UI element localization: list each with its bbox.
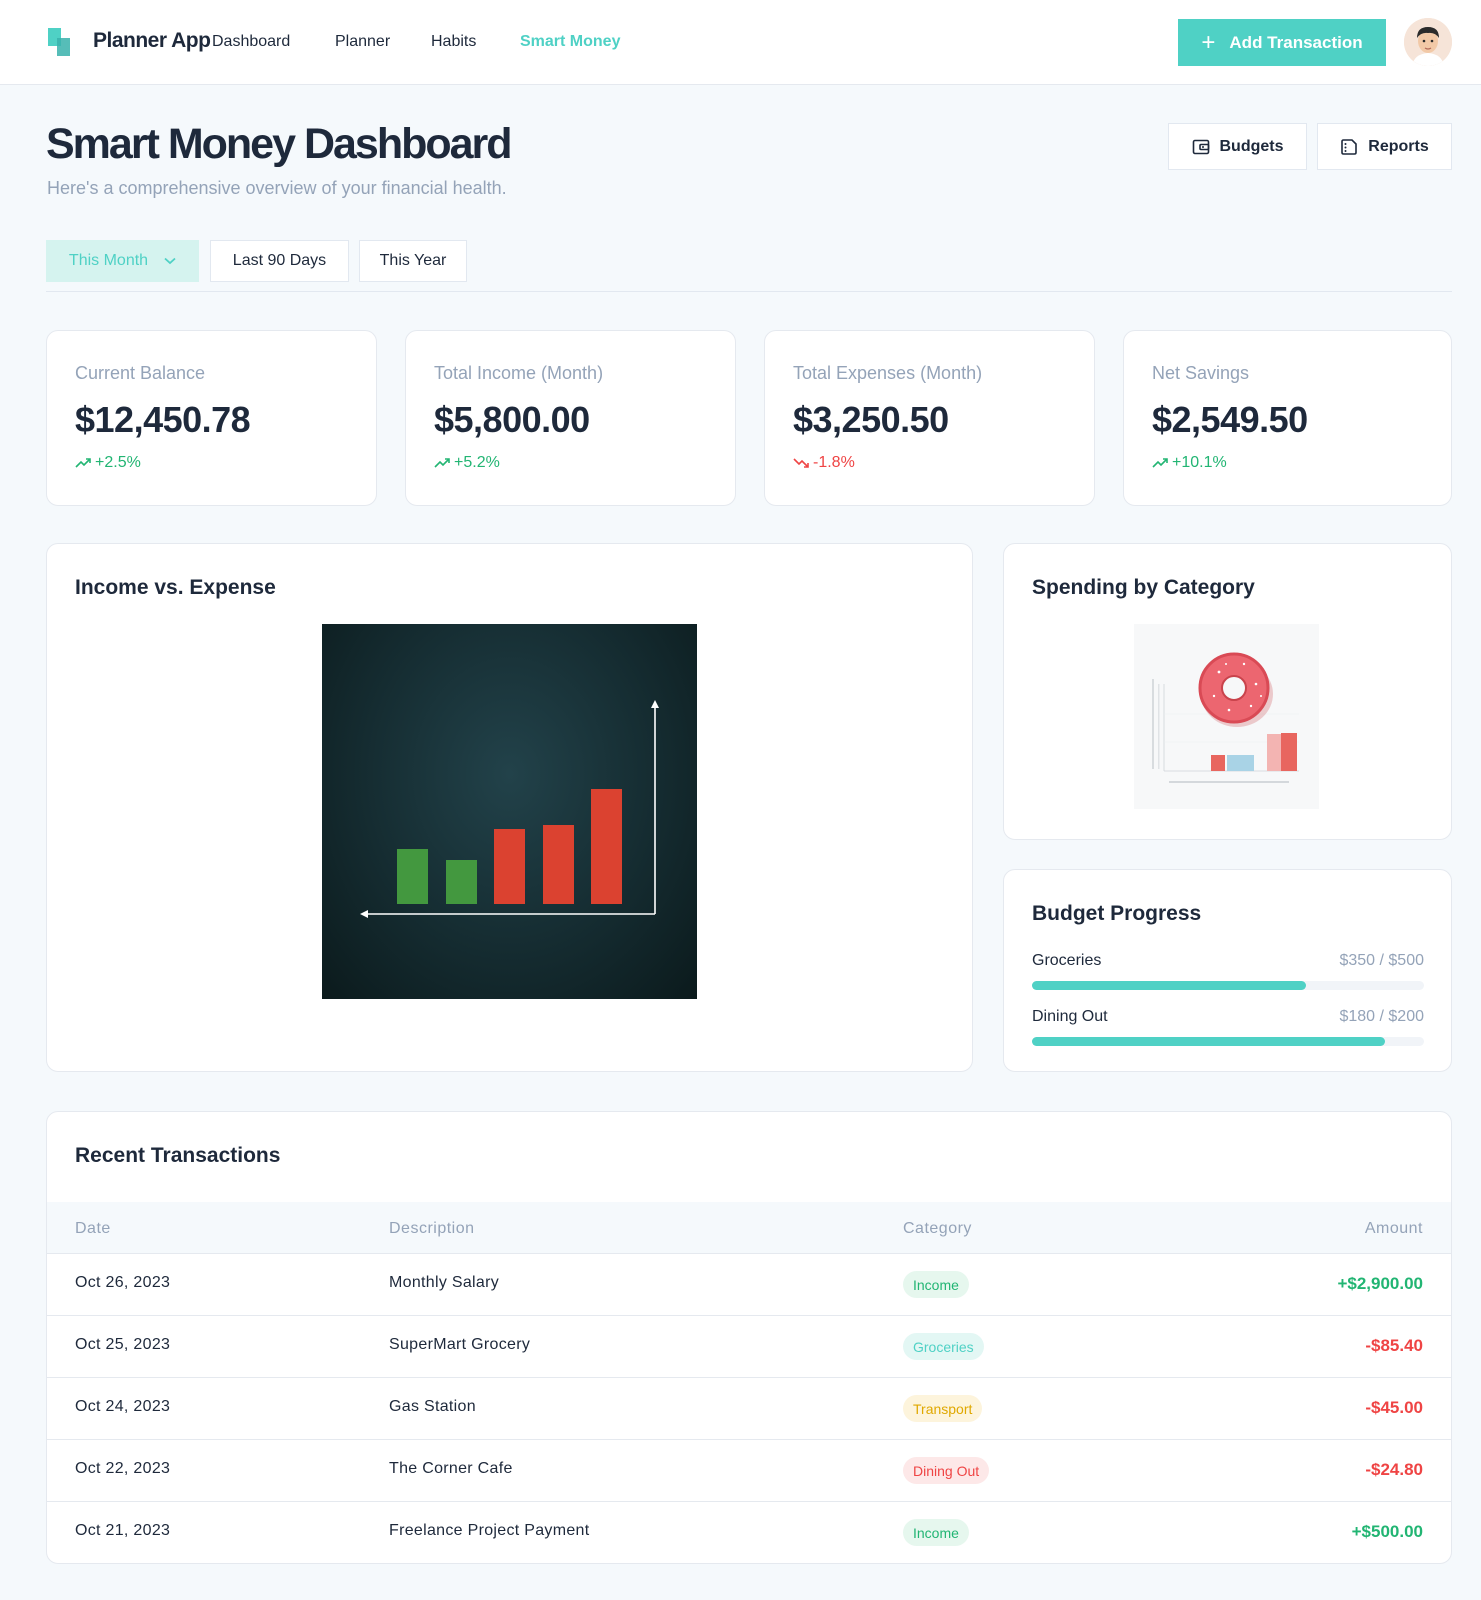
- spending-category-image: [1134, 624, 1319, 809]
- page-title: Smart Money Dashboard: [46, 120, 513, 168]
- stat-label: Total Income (Month): [434, 363, 604, 383]
- spending-by-category-card: Spending by Category: [1003, 543, 1452, 840]
- budgets-button[interactable]: Budgets: [1168, 123, 1307, 170]
- budget-name: Dining Out: [1032, 1008, 1108, 1025]
- category-badge: Income: [903, 1519, 969, 1546]
- table-row[interactable]: Oct 26, 2023 Monthly Salary Income +$2,900.…: [47, 1254, 1451, 1316]
- nav-dashboard[interactable]: Dashboard: [212, 33, 290, 51]
- stat-change-value: +2.5%: [95, 454, 141, 471]
- row-date: Oct 21, 2023: [75, 1522, 171, 1539]
- category-badge: Transport: [903, 1395, 983, 1422]
- trending-up-icon: [75, 458, 91, 468]
- budget-amount: $180 / $200: [1339, 1008, 1424, 1025]
- stat-change-value: -1.8%: [813, 454, 855, 471]
- row-description: Monthly Salary: [389, 1274, 500, 1291]
- stat-label: Total Expenses (Month): [793, 363, 983, 383]
- user-avatar[interactable]: [1404, 18, 1452, 66]
- income-expense-chart-image: [322, 624, 697, 999]
- stat-value: $2,549.50: [1152, 399, 1308, 440]
- budget-progress-card: Budget Progress Groceries $350 / $500 Di…: [1003, 869, 1452, 1072]
- row-date: Oct 25, 2023: [75, 1336, 171, 1353]
- trending-up-icon: [1152, 458, 1168, 468]
- filter-this-month[interactable]: This Month: [46, 240, 199, 282]
- category-badge: Income: [903, 1271, 969, 1298]
- row-amount: -$45.00: [1365, 1398, 1423, 1417]
- stat-change-value: +5.2%: [454, 454, 500, 471]
- filter-this-year[interactable]: This Year: [359, 240, 467, 282]
- column-header-date[interactable]: Date: [75, 1220, 111, 1238]
- row-description: The Corner Cafe: [389, 1460, 513, 1477]
- budget-amount: $350 / $500: [1339, 952, 1424, 969]
- stat-label: Net Savings: [1152, 363, 1250, 383]
- card-title: Income vs. Expense: [75, 576, 276, 599]
- stat-change: +10.1%: [1152, 454, 1227, 472]
- nav-smart-money[interactable]: Smart Money: [520, 33, 620, 51]
- filter-this-month-label: This Month: [68, 252, 149, 269]
- progress-fill: [1032, 1037, 1385, 1046]
- row-description: Gas Station: [389, 1398, 476, 1415]
- card-title: Recent Transactions: [75, 1144, 281, 1167]
- wallet-icon: [1192, 139, 1209, 154]
- row-description: SuperMart Grocery: [389, 1336, 531, 1353]
- chevron-down-icon: [164, 257, 176, 265]
- report-icon: [1341, 138, 1358, 155]
- page-subtitle: Here's a comprehensive overview of your …: [47, 178, 507, 198]
- progress-track: [1032, 1037, 1424, 1046]
- trending-down-icon: [793, 458, 809, 468]
- row-description: Freelance Project Payment: [389, 1522, 590, 1539]
- category-badge: Dining Out: [903, 1457, 990, 1484]
- stat-value: $5,800.00: [434, 399, 590, 440]
- table-row[interactable]: Oct 24, 2023 Gas Station Transport -$45.00: [47, 1378, 1451, 1440]
- progress-fill: [1032, 981, 1307, 990]
- column-header-description[interactable]: Description: [389, 1220, 475, 1238]
- card-title: Budget Progress: [1032, 902, 1202, 925]
- stat-change: +2.5%: [75, 454, 141, 472]
- budgets-label: Budgets: [1219, 137, 1284, 155]
- column-header-amount[interactable]: Amount: [1365, 1220, 1423, 1238]
- stat-card-total-income: Total Income (Month) $5,800.00 +5.2%: [405, 330, 736, 506]
- row-date: Oct 24, 2023: [75, 1398, 171, 1415]
- stat-change: +5.2%: [434, 454, 500, 472]
- stat-change-value: +10.1%: [1172, 454, 1227, 471]
- trending-up-icon: [434, 458, 450, 468]
- nav-habits[interactable]: Habits: [431, 33, 476, 51]
- table-row[interactable]: Oct 21, 2023 Freelance Project Payment Inc…: [47, 1502, 1451, 1563]
- stat-label: Current Balance: [75, 363, 206, 383]
- card-title: Spending by Category: [1032, 576, 1255, 599]
- income-vs-expense-card: Income vs. Expense: [46, 543, 973, 1072]
- divider: [46, 291, 1452, 292]
- row-date: Oct 22, 2023: [75, 1460, 171, 1477]
- category-badge: Groceries: [903, 1333, 984, 1360]
- stat-value: $12,450.78: [75, 399, 251, 440]
- filter-last-90-days[interactable]: Last 90 Days: [210, 240, 349, 282]
- reports-button[interactable]: Reports: [1317, 123, 1452, 170]
- row-amount: -$24.80: [1365, 1460, 1423, 1479]
- reports-label: Reports: [1368, 137, 1429, 155]
- row-date: Oct 26, 2023: [75, 1274, 171, 1291]
- table-header: Date Description Category Amount: [47, 1202, 1451, 1254]
- plus-icon: +: [1201, 28, 1216, 56]
- add-transaction-button[interactable]: + Add Transaction: [1178, 19, 1386, 66]
- stat-card-total-expenses: Total Expenses (Month) $3,250.50 -1.8%: [764, 330, 1095, 506]
- top-navigation-bar: Planner App Dashboard Planner Habits Sma…: [0, 0, 1481, 85]
- stat-change: -1.8%: [793, 454, 855, 472]
- stat-card-net-savings: Net Savings $2,549.50 +10.1%: [1123, 330, 1452, 506]
- budget-name: Groceries: [1032, 952, 1102, 969]
- add-transaction-label: Add Transaction: [1229, 32, 1363, 52]
- stat-value: $3,250.50: [793, 399, 949, 440]
- table-row[interactable]: Oct 25, 2023 SuperMart Grocery Groceries -$…: [47, 1316, 1451, 1378]
- app-logo-icon[interactable]: [48, 28, 74, 56]
- table-row[interactable]: Oct 22, 2023 The Corner Cafe Dining Out -$2…: [47, 1440, 1451, 1502]
- stat-card-current-balance: Current Balance $12,450.78 +2.5%: [46, 330, 377, 506]
- nav-planner[interactable]: Planner: [335, 33, 390, 51]
- row-amount: +$2,900.00: [1337, 1274, 1423, 1293]
- progress-track: [1032, 981, 1424, 990]
- column-header-category[interactable]: Category: [903, 1220, 972, 1238]
- row-amount: +$500.00: [1351, 1522, 1423, 1541]
- recent-transactions-card: Recent Transactions Date Description Cat…: [46, 1111, 1452, 1564]
- brand-name[interactable]: Planner App: [93, 29, 211, 53]
- row-amount: -$85.40: [1365, 1336, 1423, 1355]
